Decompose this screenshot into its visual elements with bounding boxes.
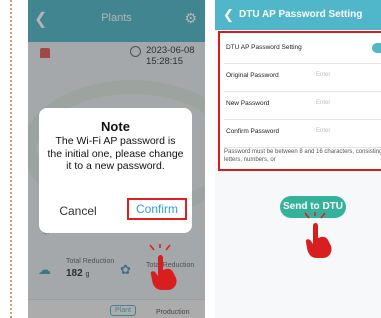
password-form: DTU AP Password Setting Original Passwor…	[218, 31, 381, 171]
form-row-new: New Password Enter	[224, 91, 381, 120]
note-dialog: Note The Wi-Fi AP password is the initia…	[39, 108, 192, 233]
original-password-label: Original Password	[226, 72, 279, 79]
new-password-input[interactable]: Enter	[316, 100, 330, 106]
back-icon[interactable]: ❮	[223, 7, 234, 23]
form-row-setting: DTU AP Password Setting	[224, 35, 381, 64]
new-password-label: New Password	[226, 100, 270, 107]
form-row-confirm: Confirm Password Enter	[224, 119, 381, 148]
dtu-password-screen: ❮ DTU AP Password Setting DTU AP Passwor…	[215, 0, 381, 318]
tap-hand-icon	[149, 244, 177, 290]
form-row-original: Original Password Enter	[224, 63, 381, 92]
setting-toggle[interactable]	[372, 43, 381, 53]
cancel-button[interactable]: Cancel	[49, 204, 107, 218]
confirm-password-label: Confirm Password	[226, 128, 280, 135]
confirm-button[interactable]: Confirm	[127, 198, 187, 220]
password-hint: Password must be between 8 and 16 charac…	[224, 149, 381, 163]
setting-label: DTU AP Password Setting	[226, 44, 302, 51]
plants-screen: ❮ Plants ⚙ 2023-06-08 15:28:15 ☼ 183 Wh …	[28, 0, 205, 318]
page-title: DTU AP Password Setting	[239, 9, 363, 20]
tap-hand-icon	[304, 212, 332, 258]
dtu-header: ❮ DTU AP Password Setting	[215, 0, 381, 30]
dotted-divider	[10, 0, 12, 318]
dialog-message: The Wi-Fi AP password is the initial one…	[47, 135, 184, 172]
original-password-input[interactable]: Enter	[316, 72, 330, 78]
confirm-password-input[interactable]: Enter	[316, 128, 330, 134]
dialog-title: Note	[101, 119, 130, 134]
